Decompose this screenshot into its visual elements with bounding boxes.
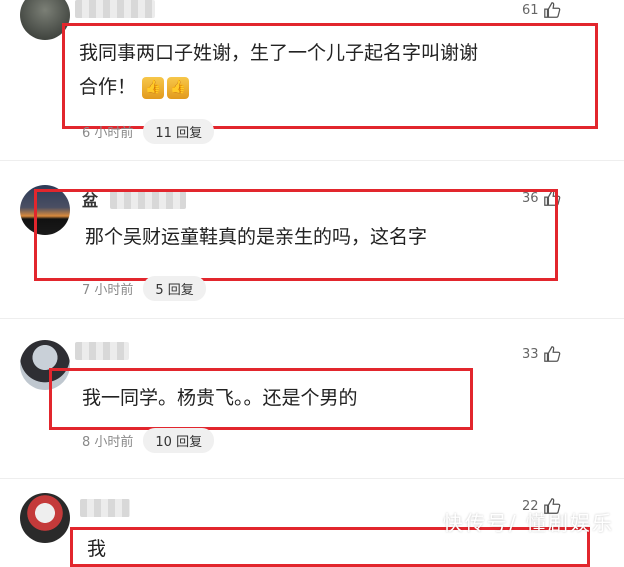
thumbs-emoji-group: 👍 👍 — [142, 76, 190, 99]
timestamp: 7 小时前 — [82, 283, 134, 298]
avatar[interactable] — [20, 493, 70, 543]
username-blurred[interactable] — [80, 499, 130, 517]
timestamp: 8 小时前 — [82, 435, 134, 450]
reply-button[interactable]: 11 回复 — [143, 119, 215, 144]
username-blurred[interactable] — [75, 0, 155, 18]
comment-text-line: 我一同学。杨贵飞。。还是个男的 — [82, 387, 358, 409]
comment-text-line: 我同事两口子姓谢，生了一个儿子起名字叫谢谢 — [79, 42, 479, 64]
like-count: 33 — [522, 346, 539, 362]
like-button[interactable]: 61 — [522, 1, 561, 19]
thumbs-up-emoji-icon: 👍 — [142, 76, 165, 99]
watermark: 快传号/ 懂剧娱乐 — [442, 511, 614, 535]
thumbs-up-icon — [543, 346, 560, 362]
comment-text-box: 那个吴财运童鞋真的是亲生的吗，这名字 — [34, 189, 558, 281]
reply-button[interactable]: 10 回复 — [143, 428, 215, 453]
like-count: 61 — [522, 2, 539, 18]
divider — [0, 160, 624, 161]
divider — [0, 478, 624, 479]
comment-meta: 7 小时前 5 回复 — [82, 276, 206, 301]
thumbs-up-icon — [543, 2, 560, 18]
comment-text-box: 我一同学。杨贵飞。。还是个男的 — [49, 368, 473, 430]
comment-text: 合作！ — [79, 76, 137, 98]
thumbs-up-emoji-icon: 👍 — [167, 76, 190, 99]
comment-2: 盆 36 那个吴财运童鞋真的是亲生的吗，这名字 7 小时前 5 回复 — [0, 175, 624, 315]
reply-button[interactable]: 5 回复 — [143, 276, 206, 301]
comment-meta: 6 小时前 11 回复 — [82, 119, 215, 144]
comment-1: 61 我同事两口子姓谢，生了一个儿子起名字叫谢谢 合作！ 👍 👍 6 小时前 1… — [0, 0, 624, 160]
comment-text-line: 那个吴财运童鞋真的是亲生的吗，这名字 — [85, 226, 428, 248]
comment-text-line: 合作！ 👍 👍 — [79, 70, 581, 104]
comment-text-box: 我同事两口子姓谢，生了一个儿子起名字叫谢谢 合作！ 👍 👍 — [62, 23, 598, 129]
username-blurred[interactable] — [75, 342, 129, 360]
divider — [0, 318, 624, 319]
comment-meta: 8 小时前 10 回复 — [82, 428, 215, 453]
comment-3: 33 我一同学。杨贵飞。。还是个男的 8 小时前 10 回复 — [0, 330, 624, 475]
like-button[interactable]: 33 — [522, 345, 561, 363]
comment-text-line: 我 — [87, 538, 107, 560]
timestamp: 6 小时前 — [82, 126, 134, 141]
